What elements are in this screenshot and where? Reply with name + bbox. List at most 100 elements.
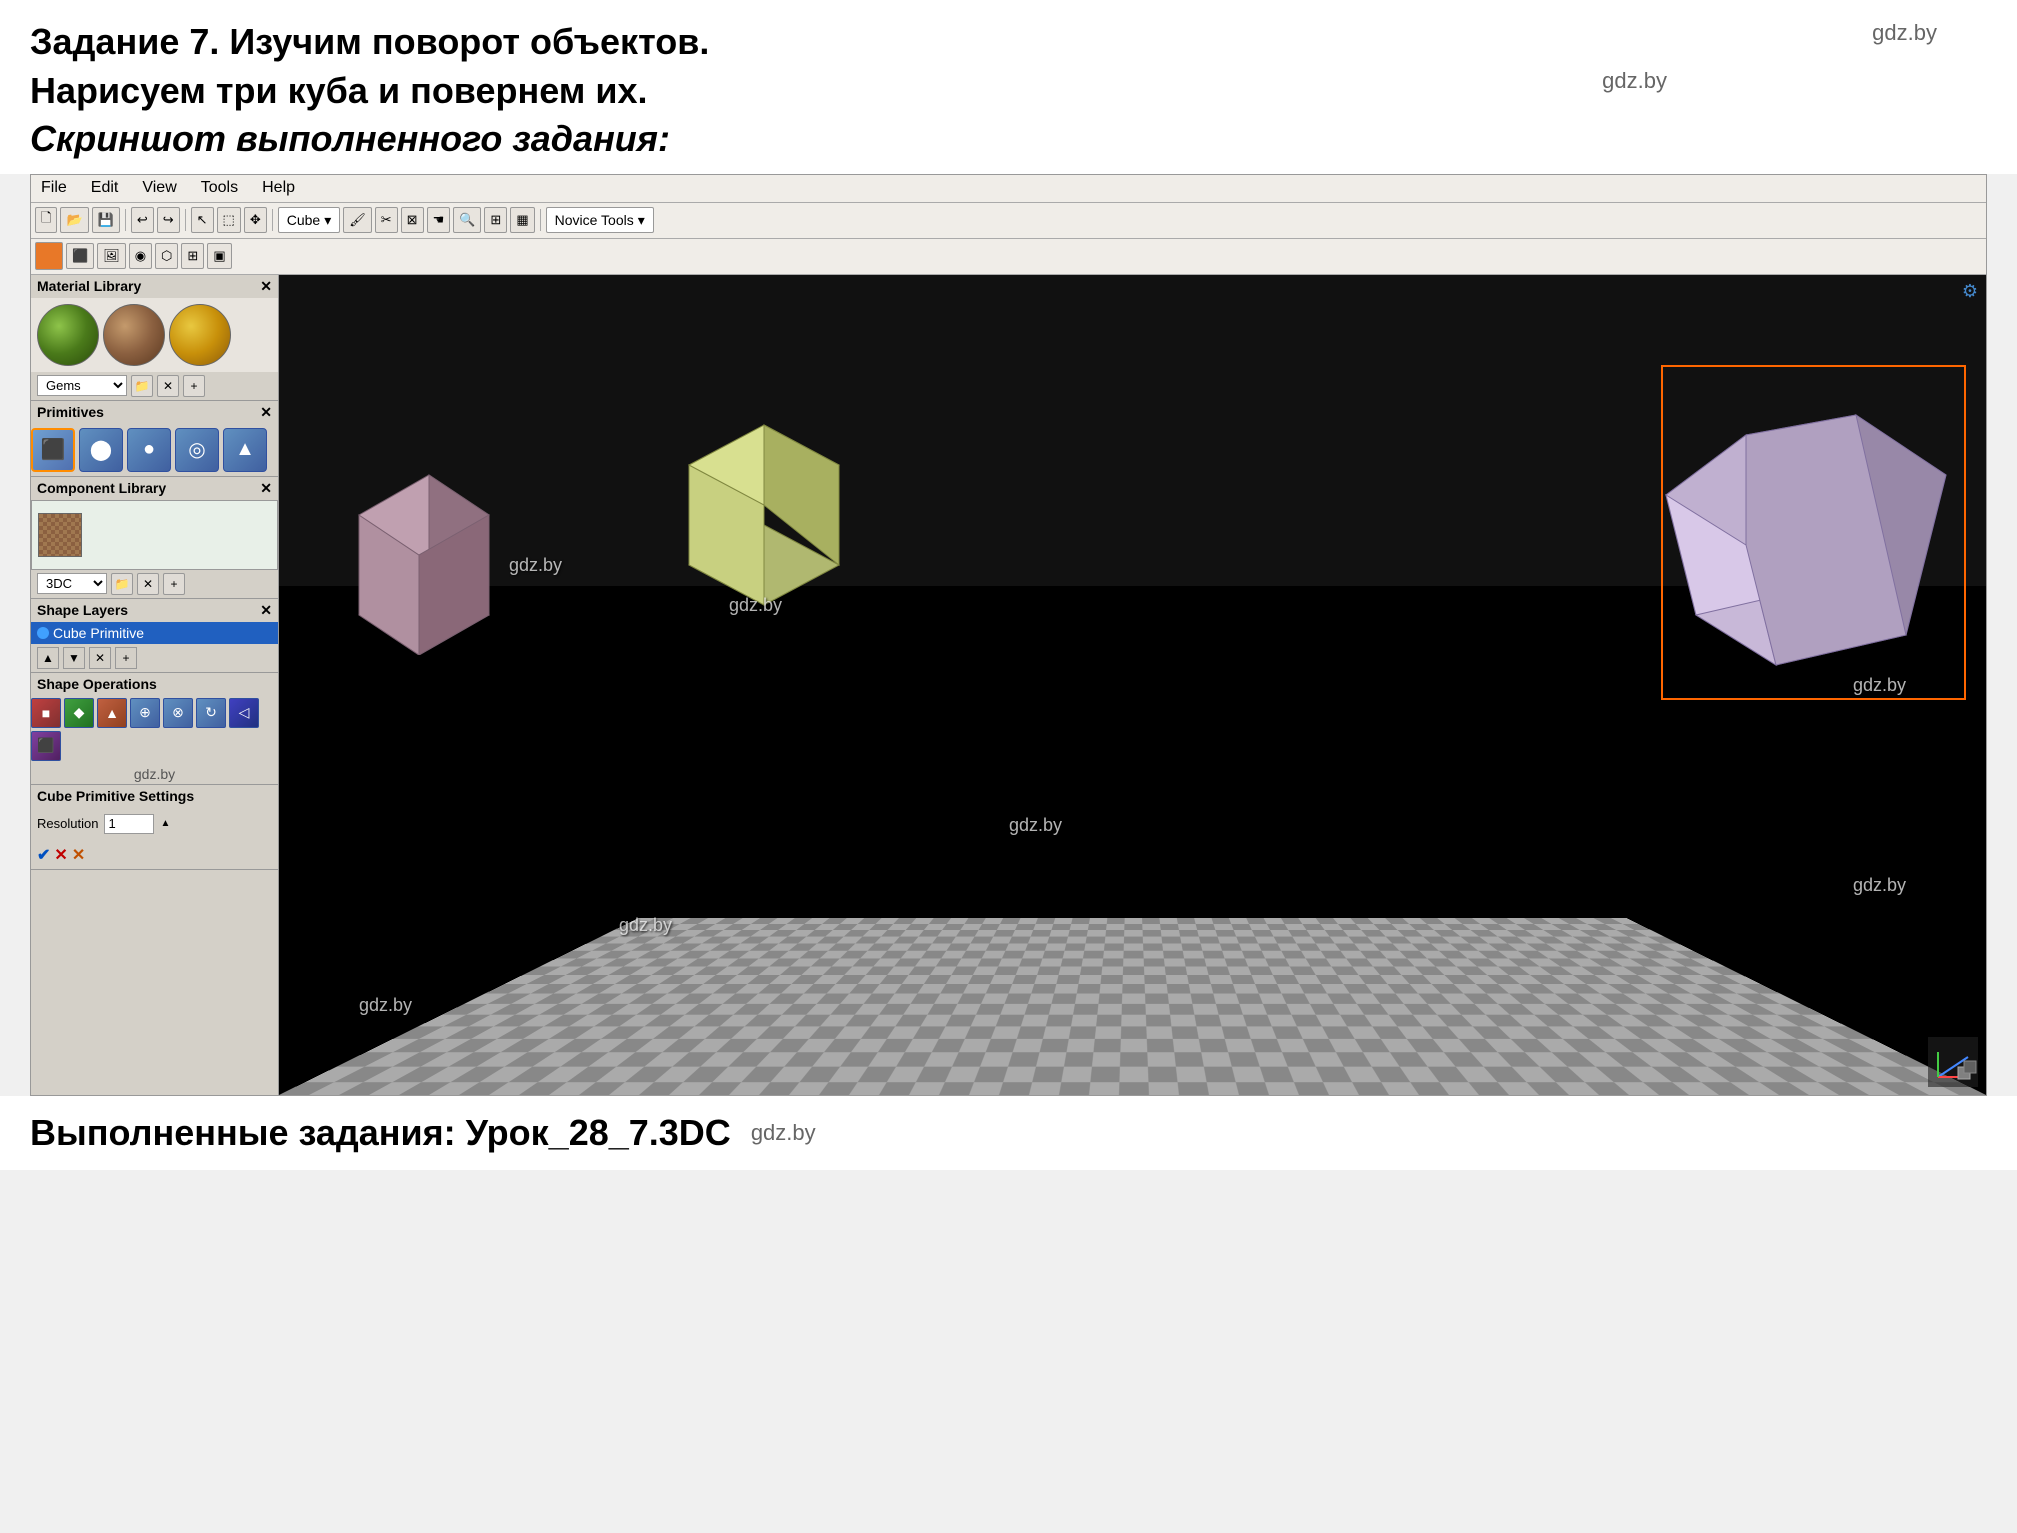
- layer-add-btn[interactable]: +: [115, 647, 137, 669]
- shape-layers-close-btn[interactable]: ✕: [260, 602, 272, 619]
- cube-settings-body: Resolution ▲: [31, 807, 278, 841]
- chevron-down-icon: ▾: [324, 212, 331, 229]
- material-toolbar: Gems 📁 ✕ +: [31, 372, 278, 400]
- layer-delete-btn[interactable]: ✕: [89, 647, 111, 669]
- ok-btn[interactable]: ✔: [37, 845, 50, 865]
- layer-move-up-btn[interactable]: ▲: [37, 647, 59, 669]
- swatch-brown[interactable]: [103, 304, 165, 366]
- op-union-btn[interactable]: ■: [31, 698, 61, 728]
- menu-help[interactable]: Help: [258, 177, 299, 199]
- component-library-close-btn[interactable]: ✕: [260, 480, 272, 497]
- toolbar-hand-btn[interactable]: ☚: [427, 207, 451, 233]
- novice-dropdown[interactable]: Novice Tools ▾: [546, 207, 654, 233]
- primitives-section: Primitives ✕ ⬛ ⬤ ● ◎ ▲: [31, 401, 278, 477]
- toolbar-select-btn[interactable]: ⬚: [217, 207, 241, 233]
- left-panel: Material Library ✕ Gems 📁 ✕ +: [31, 275, 279, 1095]
- cancel-btn[interactable]: ✕: [54, 845, 67, 865]
- toolbar-eye-btn[interactable]: ⊠: [401, 207, 424, 233]
- spinner-up-icon[interactable]: ▲: [160, 818, 170, 829]
- ops-grid: ■ ◆ ▲ ⊕ ⊗ ↻ ◁ ⬛: [31, 695, 278, 764]
- toolbar2-color-btn[interactable]: [35, 242, 63, 270]
- 3dc-dropdown[interactable]: 3DC: [37, 573, 107, 594]
- cube-right[interactable]: [1656, 375, 1956, 695]
- toolbar-eraser-btn[interactable]: ✂: [375, 207, 398, 233]
- op-scale-btn[interactable]: ⬛: [31, 731, 61, 761]
- primitives-header: Primitives ✕: [31, 401, 278, 424]
- toolbar2-mat-btn[interactable]: ⬛: [66, 243, 94, 269]
- component-library-header: Component Library ✕: [31, 477, 278, 500]
- cube-center[interactable]: [669, 405, 859, 635]
- layer-label: Cube Primitive: [53, 625, 144, 641]
- toolbar2-img-btn[interactable]: 🖼: [97, 243, 126, 269]
- cube-left[interactable]: [329, 435, 529, 655]
- toolbar-open-btn[interactable]: 📂: [60, 207, 88, 233]
- top-title: Задание 7. Изучим поворот объектов. Нари…: [30, 18, 1987, 164]
- menu-view[interactable]: View: [138, 177, 180, 199]
- toolbar-redo-btn[interactable]: ↪: [157, 207, 180, 233]
- menu-edit[interactable]: Edit: [87, 177, 123, 199]
- op-subtract-btn[interactable]: ▲: [97, 698, 127, 728]
- prim-sphere-btn[interactable]: ●: [127, 428, 171, 472]
- material-library-close-btn[interactable]: ✕: [260, 278, 272, 295]
- menu-tools[interactable]: Tools: [197, 177, 242, 199]
- lib-delete-btn[interactable]: ✕: [137, 573, 159, 595]
- toolbar-zoom-btn[interactable]: 🔍: [453, 207, 481, 233]
- toolbar2-b4-btn[interactable]: ▣: [207, 243, 231, 269]
- prim-cone-btn[interactable]: ▲: [223, 428, 267, 472]
- layer-dot-icon: [37, 627, 49, 639]
- op-intersect-btn[interactable]: ◆: [64, 698, 94, 728]
- swatch-green[interactable]: [37, 304, 99, 366]
- resolution-input[interactable]: [104, 814, 154, 834]
- gear-icon[interactable]: ⚙: [1962, 281, 1978, 302]
- main-area: Material Library ✕ Gems 📁 ✕ +: [31, 275, 1986, 1095]
- resolution-row: Resolution ▲: [37, 814, 272, 834]
- panel-gdz-watermark: gdz.by: [31, 764, 278, 784]
- op-split-btn[interactable]: ⊗: [163, 698, 193, 728]
- toolbar-undo-btn[interactable]: ↩: [131, 207, 154, 233]
- lib-add-btn[interactable]: +: [163, 573, 185, 595]
- material-library-header: Material Library ✕: [31, 275, 278, 298]
- toolbar-move-btn[interactable]: ✥: [244, 207, 267, 233]
- material-library-title: Material Library: [37, 278, 141, 294]
- cancel2-btn[interactable]: ✕: [72, 845, 85, 865]
- primitives-close-btn[interactable]: ✕: [260, 404, 272, 421]
- toolbar-grid-btn[interactable]: ⊞: [484, 207, 507, 233]
- toolbar-save-btn[interactable]: 💾: [92, 207, 120, 233]
- toolbar2-b3-btn[interactable]: ⊞: [181, 243, 204, 269]
- layer-move-down-btn[interactable]: ▼: [63, 647, 85, 669]
- gems-dropdown[interactable]: Gems: [37, 375, 127, 396]
- prim-torus-btn[interactable]: ◎: [175, 428, 219, 472]
- swatch-gold[interactable]: [169, 304, 231, 366]
- viewport[interactable]: ⚙: [279, 275, 1986, 1095]
- toolbar2-b2-btn[interactable]: ⬡: [155, 243, 178, 269]
- primitives-grid: ⬛ ⬤ ● ◎ ▲: [31, 424, 278, 476]
- ok-cancel-row: ✔ ✕ ✕: [31, 841, 278, 869]
- title-line1: Задание 7. Изучим поворот объектов.: [30, 21, 709, 62]
- menu-file[interactable]: File: [37, 177, 71, 199]
- layer-toolbar: ▲ ▼ ✕ +: [31, 644, 278, 672]
- toolbar-cursor-btn[interactable]: ↖: [191, 207, 214, 233]
- lib-folder-btn[interactable]: 📁: [111, 573, 133, 595]
- toolbar-main: 🗋 📂 💾 ↩ ↪ ↖ ⬚ ✥ Cube ▾ 🖌 ✂ ⊠ ☚ 🔍 ⊞ ▦ Nov…: [31, 203, 1986, 239]
- mat-add-btn[interactable]: +: [183, 375, 205, 397]
- prim-cube-btn[interactable]: ⬛: [31, 428, 75, 472]
- toolbar-paint-btn[interactable]: 🖌: [343, 207, 372, 233]
- top-section: Задание 7. Изучим поворот объектов. Нари…: [0, 0, 2017, 174]
- mat-folder-btn[interactable]: 📁: [131, 375, 153, 397]
- toolbar-ruler-btn[interactable]: ▦: [510, 207, 534, 233]
- component-thumb[interactable]: [38, 513, 82, 557]
- primitives-title: Primitives: [37, 404, 104, 420]
- toolbar2-b1-btn[interactable]: ◉: [129, 243, 152, 269]
- op-merge-btn[interactable]: ⊕: [130, 698, 160, 728]
- cube-left-svg: [329, 435, 529, 655]
- prim-cylinder-btn[interactable]: ⬤: [79, 428, 123, 472]
- vp-gdz-3: gdz.by: [1009, 815, 1062, 836]
- op-flip-btn[interactable]: ◁: [229, 698, 259, 728]
- cube-primitive-layer[interactable]: Cube Primitive: [31, 622, 278, 644]
- toolbar-new-btn[interactable]: 🗋: [35, 207, 57, 233]
- bottom-section: Выполненные задания: Урок_28_7.3DC gdz.b…: [0, 1096, 2017, 1170]
- op-rotate-btn[interactable]: ↻: [196, 698, 226, 728]
- gdz-watermark-mid-right: gdz.by: [1602, 68, 1667, 94]
- mat-delete-btn[interactable]: ✕: [157, 375, 179, 397]
- cube-dropdown[interactable]: Cube ▾: [278, 207, 341, 233]
